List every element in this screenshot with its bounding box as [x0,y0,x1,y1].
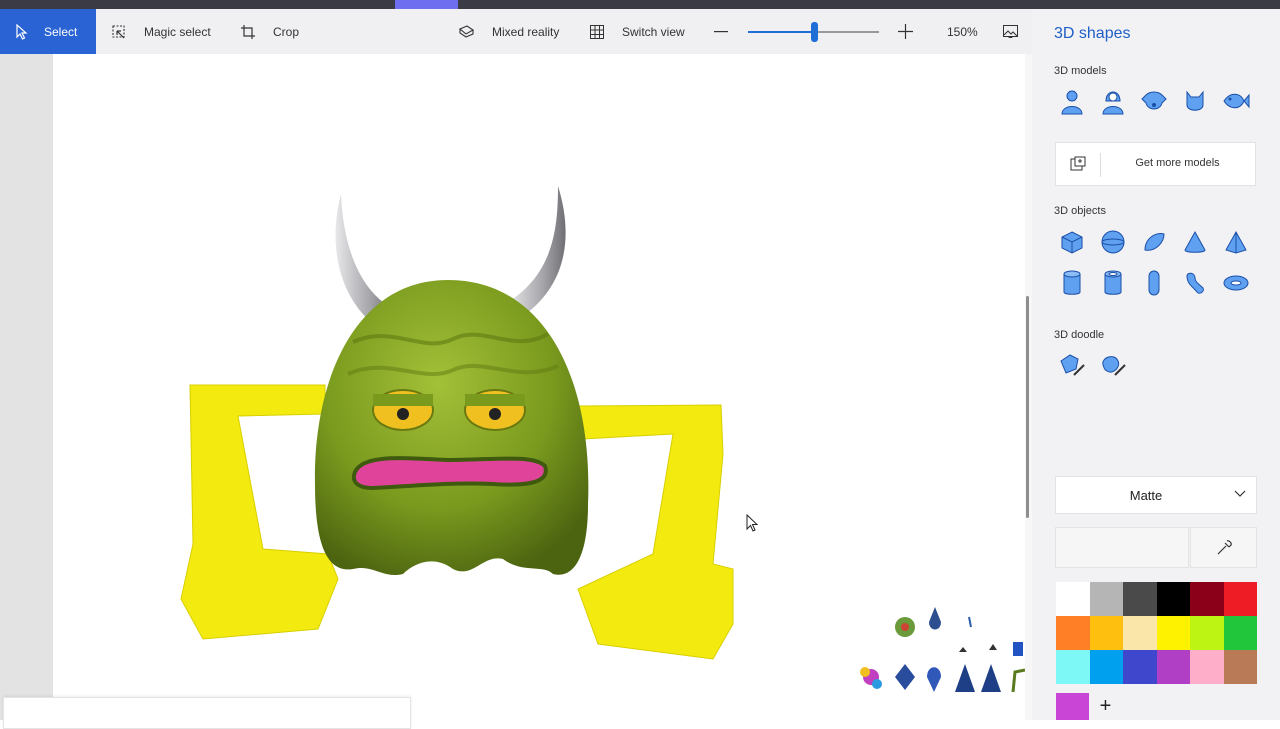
dog-icon[interactable] [1138,85,1169,116]
material-dropdown[interactable]: Matte [1055,476,1257,514]
magic-select-button[interactable]: Magic select [112,9,211,54]
capsule-icon[interactable] [1138,267,1169,298]
select-button[interactable]: Select [0,9,96,54]
canvas-scrollbar[interactable] [1025,54,1032,720]
pyramid-icon[interactable] [1220,226,1251,257]
crop-button[interactable]: Crop [241,9,299,54]
custom-color-swatch[interactable] [1056,693,1089,720]
color-swatch[interactable] [1156,616,1190,650]
cylinder-icon[interactable] [1056,267,1087,298]
image-icon [1003,24,1018,38]
cone-icon[interactable] [1179,226,1210,257]
color-swatch[interactable] [1223,650,1257,684]
get-more-models-label: Get more models [1135,157,1220,169]
3d-shapes-panel: 3D shapes 3D models Get more models 3D o… [1032,9,1280,720]
current-color-preview [1055,527,1189,568]
get-more-models-button[interactable]: Get more models [1055,142,1256,186]
soft-edge-doodle-icon[interactable] [1097,350,1128,381]
crop-label: Crop [273,24,300,39]
mixed-reality-label: Mixed reality [492,24,560,39]
models-row [1056,85,1251,116]
custom-color-row: + [1056,693,1122,720]
mouth [352,456,548,491]
switch-view-button[interactable]: Switch view [590,9,685,54]
sticker-thumbnails [860,607,1026,693]
zoom-slider-fill [748,31,814,33]
color-swatch[interactable] [1089,650,1123,684]
color-swatch[interactable] [1056,650,1090,684]
active-tab-accent [395,0,458,9]
hemisphere-icon[interactable] [1138,226,1169,257]
material-value: Matte [1129,488,1163,503]
color-swatch[interactable] [1123,616,1157,650]
objects-section-label: 3D objects [1054,205,1106,217]
scrollbar-thumb[interactable] [1026,296,1029,518]
left-arm [180,384,339,640]
eyedropper-button[interactable] [1190,527,1257,568]
color-swatch[interactable] [1089,616,1123,650]
woman-icon[interactable] [1097,85,1128,116]
panel-title: 3D shapes [1054,25,1131,42]
canvas-background [0,54,53,720]
color-swatch[interactable] [1190,582,1224,616]
doodle-section-label: 3D doodle [1054,329,1105,341]
plus-icon: + [1099,695,1112,717]
canvas[interactable] [53,54,1026,720]
zoom-percent: 150% [947,24,978,39]
color-swatch[interactable] [1190,650,1224,684]
magic-select-icon [112,24,125,38]
color-swatch[interactable] [1056,582,1090,616]
color-swatch[interactable] [1056,616,1090,650]
sharp-edge-doodle-icon[interactable] [1056,350,1087,381]
fish-icon[interactable] [1220,85,1251,116]
mixed-reality-button[interactable]: Mixed reality [459,9,559,54]
man-icon[interactable] [1056,85,1087,116]
mouse-cursor-icon [746,514,759,532]
mixed-reality-icon [459,24,474,38]
color-swatch[interactable] [1123,582,1157,616]
color-palette [1056,582,1257,684]
grid-icon [590,24,604,39]
bottom-floating-panel [3,697,411,729]
cursor-icon [16,23,28,40]
donut-icon[interactable] [1220,267,1251,298]
toolbar: Select Magic select Crop Mixed reality S… [0,9,1032,54]
cube-icon[interactable] [1056,226,1087,257]
minus-icon [714,30,728,32]
zoom-slider[interactable] [748,22,879,42]
window-top-strip [0,0,1280,9]
doodle-row [1056,350,1128,381]
objects-row-2 [1056,267,1251,298]
cat-icon[interactable] [1179,85,1210,116]
color-swatch[interactable] [1223,616,1257,650]
color-swatch[interactable] [1156,582,1190,616]
color-swatch[interactable] [1123,650,1157,684]
color-swatch[interactable] [1156,650,1190,684]
tube-icon[interactable] [1097,267,1128,298]
crop-icon [241,24,255,39]
right-horn [508,186,566,316]
color-swatch[interactable] [1190,616,1224,650]
chevron-down-icon [1234,490,1246,497]
right-arm [577,404,734,660]
store-icon [1070,156,1086,171]
switch-view-label: Switch view [622,24,685,39]
color-swatch[interactable] [1223,582,1257,616]
add-color-button[interactable]: + [1089,693,1122,720]
curved-tube-icon[interactable] [1179,267,1210,298]
monster-body [314,280,589,576]
select-label: Select [44,24,78,39]
zoom-in-button[interactable] [898,9,931,54]
color-swatch[interactable] [1089,582,1123,616]
magic-select-label: Magic select [144,24,211,39]
eyedropper-icon [1217,539,1232,554]
zoom-slider-thumb[interactable] [810,22,818,42]
models-section-label: 3D models [1054,65,1107,77]
objects-row-1 [1056,226,1251,257]
plus-icon [898,24,913,39]
sphere-icon[interactable] [1097,226,1128,257]
zoom-out-button[interactable] [714,9,746,54]
